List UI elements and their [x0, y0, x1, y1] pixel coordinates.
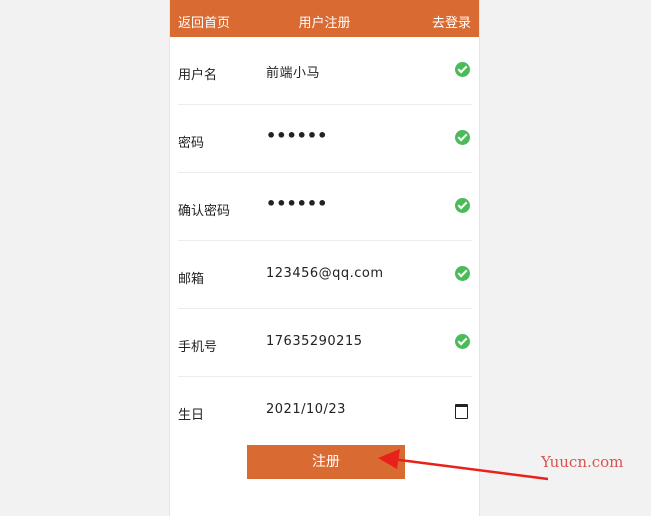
- watermark-text: Yuucn.com: [541, 453, 624, 471]
- pointer-arrow-icon: [378, 449, 549, 481]
